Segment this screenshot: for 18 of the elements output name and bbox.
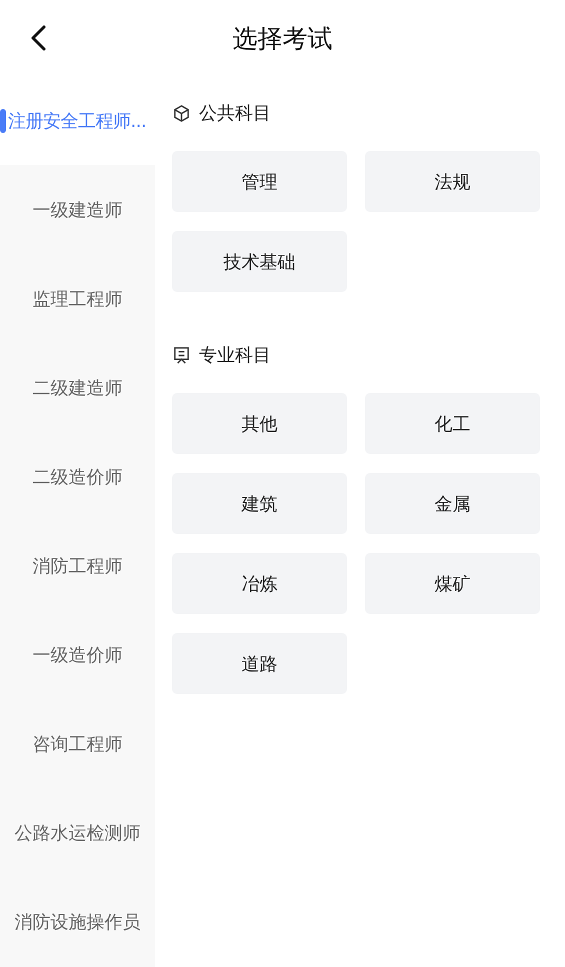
subject-button[interactable]: 建筑 [172,473,347,534]
subject-button[interactable]: 法规 [365,151,540,212]
subject-button[interactable]: 煤矿 [365,553,540,614]
board-icon [172,346,191,364]
subject-button[interactable]: 管理 [172,151,347,212]
section-title: 专业科目 [199,344,271,367]
back-icon [30,25,46,51]
subject-button[interactable]: 技术基础 [172,231,347,292]
sidebar-item[interactable]: 注册安全工程师... [0,76,155,166]
page-title: 选择考试 [232,22,332,54]
subject-button[interactable]: 冶炼 [172,553,347,614]
selection-indicator [0,109,6,133]
cube-icon [172,104,191,122]
subject-button[interactable]: 金属 [365,473,540,534]
subject-button[interactable]: 其他 [172,393,347,454]
section-title: 公共科目 [199,102,271,125]
subject-button[interactable]: 化工 [365,393,540,454]
subject-button[interactable]: 道路 [172,633,347,694]
